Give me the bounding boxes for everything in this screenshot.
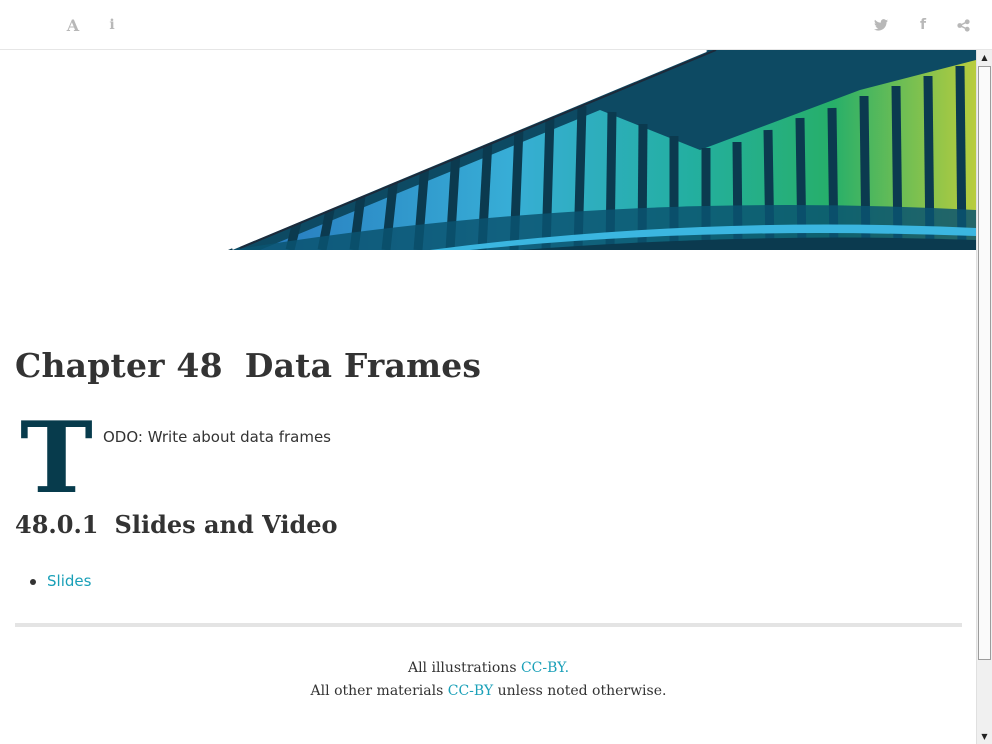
chapter-banner (0, 50, 976, 250)
section-number: 48.0.1 (15, 510, 99, 539)
info-glyph: i (109, 17, 115, 33)
list-item: Slides (30, 572, 91, 590)
slides-link[interactable]: Slides (47, 572, 91, 590)
info-icon[interactable]: i (100, 13, 124, 37)
scroll-up-arrow-icon[interactable]: ▲ (977, 50, 992, 65)
scrollbar-thumb[interactable] (978, 66, 991, 660)
dropcap-letter: T (20, 401, 93, 516)
facebook-glyph: f (919, 17, 927, 33)
banner-illustration (228, 50, 976, 250)
footer-text: unless noted otherwise. (493, 683, 667, 699)
chapter-number: Chapter 48 (15, 346, 223, 385)
twitter-bird-shape (874, 19, 888, 31)
footer-text: All illustrations (407, 660, 521, 676)
book-toolbar: A i f (0, 0, 992, 50)
footer-text: All other materials (310, 683, 448, 699)
share-nodes-shape (956, 18, 970, 32)
font-settings-glyph: A (66, 15, 80, 35)
twitter-icon[interactable] (869, 13, 893, 37)
footer-divider (15, 623, 962, 627)
vertical-scrollbar[interactable]: ▲ ▼ (976, 50, 992, 744)
section-name: Slides and Video (114, 510, 338, 539)
intro-paragraph: ODO: Write about data frames (103, 428, 331, 446)
font-settings-icon[interactable]: A (61, 13, 85, 37)
resource-list: Slides (30, 572, 91, 590)
cc-by-illustrations-link[interactable]: CC-BY. (521, 660, 569, 676)
section-title: 48.0.1 Slides and Video (15, 510, 338, 539)
cc-by-materials-link[interactable]: CC-BY (448, 683, 493, 699)
footer-line-illustrations: All illustrations CC-BY. (15, 657, 962, 680)
facebook-icon[interactable]: f (911, 13, 935, 37)
chapter-title: Chapter 48 Data Frames (15, 346, 481, 385)
share-icon[interactable] (951, 13, 975, 37)
scroll-down-arrow-icon[interactable]: ▼ (977, 729, 992, 744)
license-footer: All illustrations CC-BY. All other mater… (15, 657, 962, 703)
footer-line-materials: All other materials CC-BY unless noted o… (15, 680, 962, 703)
chapter-name: Data Frames (244, 346, 482, 385)
